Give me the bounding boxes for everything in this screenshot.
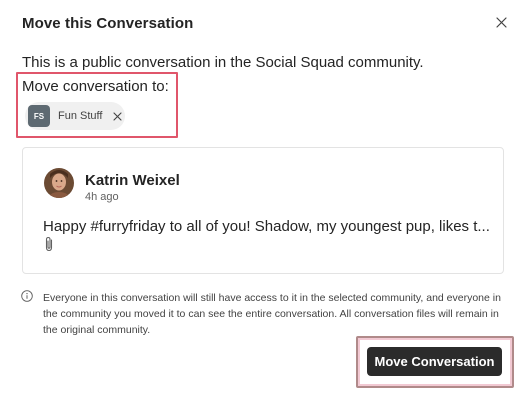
avatar xyxy=(44,168,74,198)
conversation-preview-card: Katrin Weixel 4h ago Happy #furryfriday … xyxy=(22,147,504,274)
move-to-label: Move conversation to: xyxy=(22,78,169,95)
community-avatar: FS xyxy=(28,105,50,127)
close-button[interactable] xyxy=(492,13,510,31)
paperclip-icon xyxy=(45,236,53,252)
author-name: Katrin Weixel xyxy=(85,172,180,189)
post-timestamp: 4h ago xyxy=(85,191,119,203)
info-message: Everyone in this conversation will still… xyxy=(43,292,501,336)
remove-community-button[interactable] xyxy=(111,110,123,122)
dialog-title: Move this Conversation xyxy=(22,15,194,32)
community-name: Fun Stuff xyxy=(58,110,103,122)
info-icon xyxy=(21,290,33,302)
post-text: Happy #furryfriday to all of you! Shadow… xyxy=(43,218,490,235)
dialog-description: This is a public conversation in the Soc… xyxy=(22,54,424,71)
close-icon xyxy=(495,16,507,28)
move-conversation-dialog: Move this Conversation This is a public … xyxy=(0,0,525,397)
move-conversation-button[interactable]: Move Conversation xyxy=(367,347,502,376)
close-icon xyxy=(113,111,122,121)
selected-community-chip[interactable]: FS Fun Stuff xyxy=(25,102,125,130)
